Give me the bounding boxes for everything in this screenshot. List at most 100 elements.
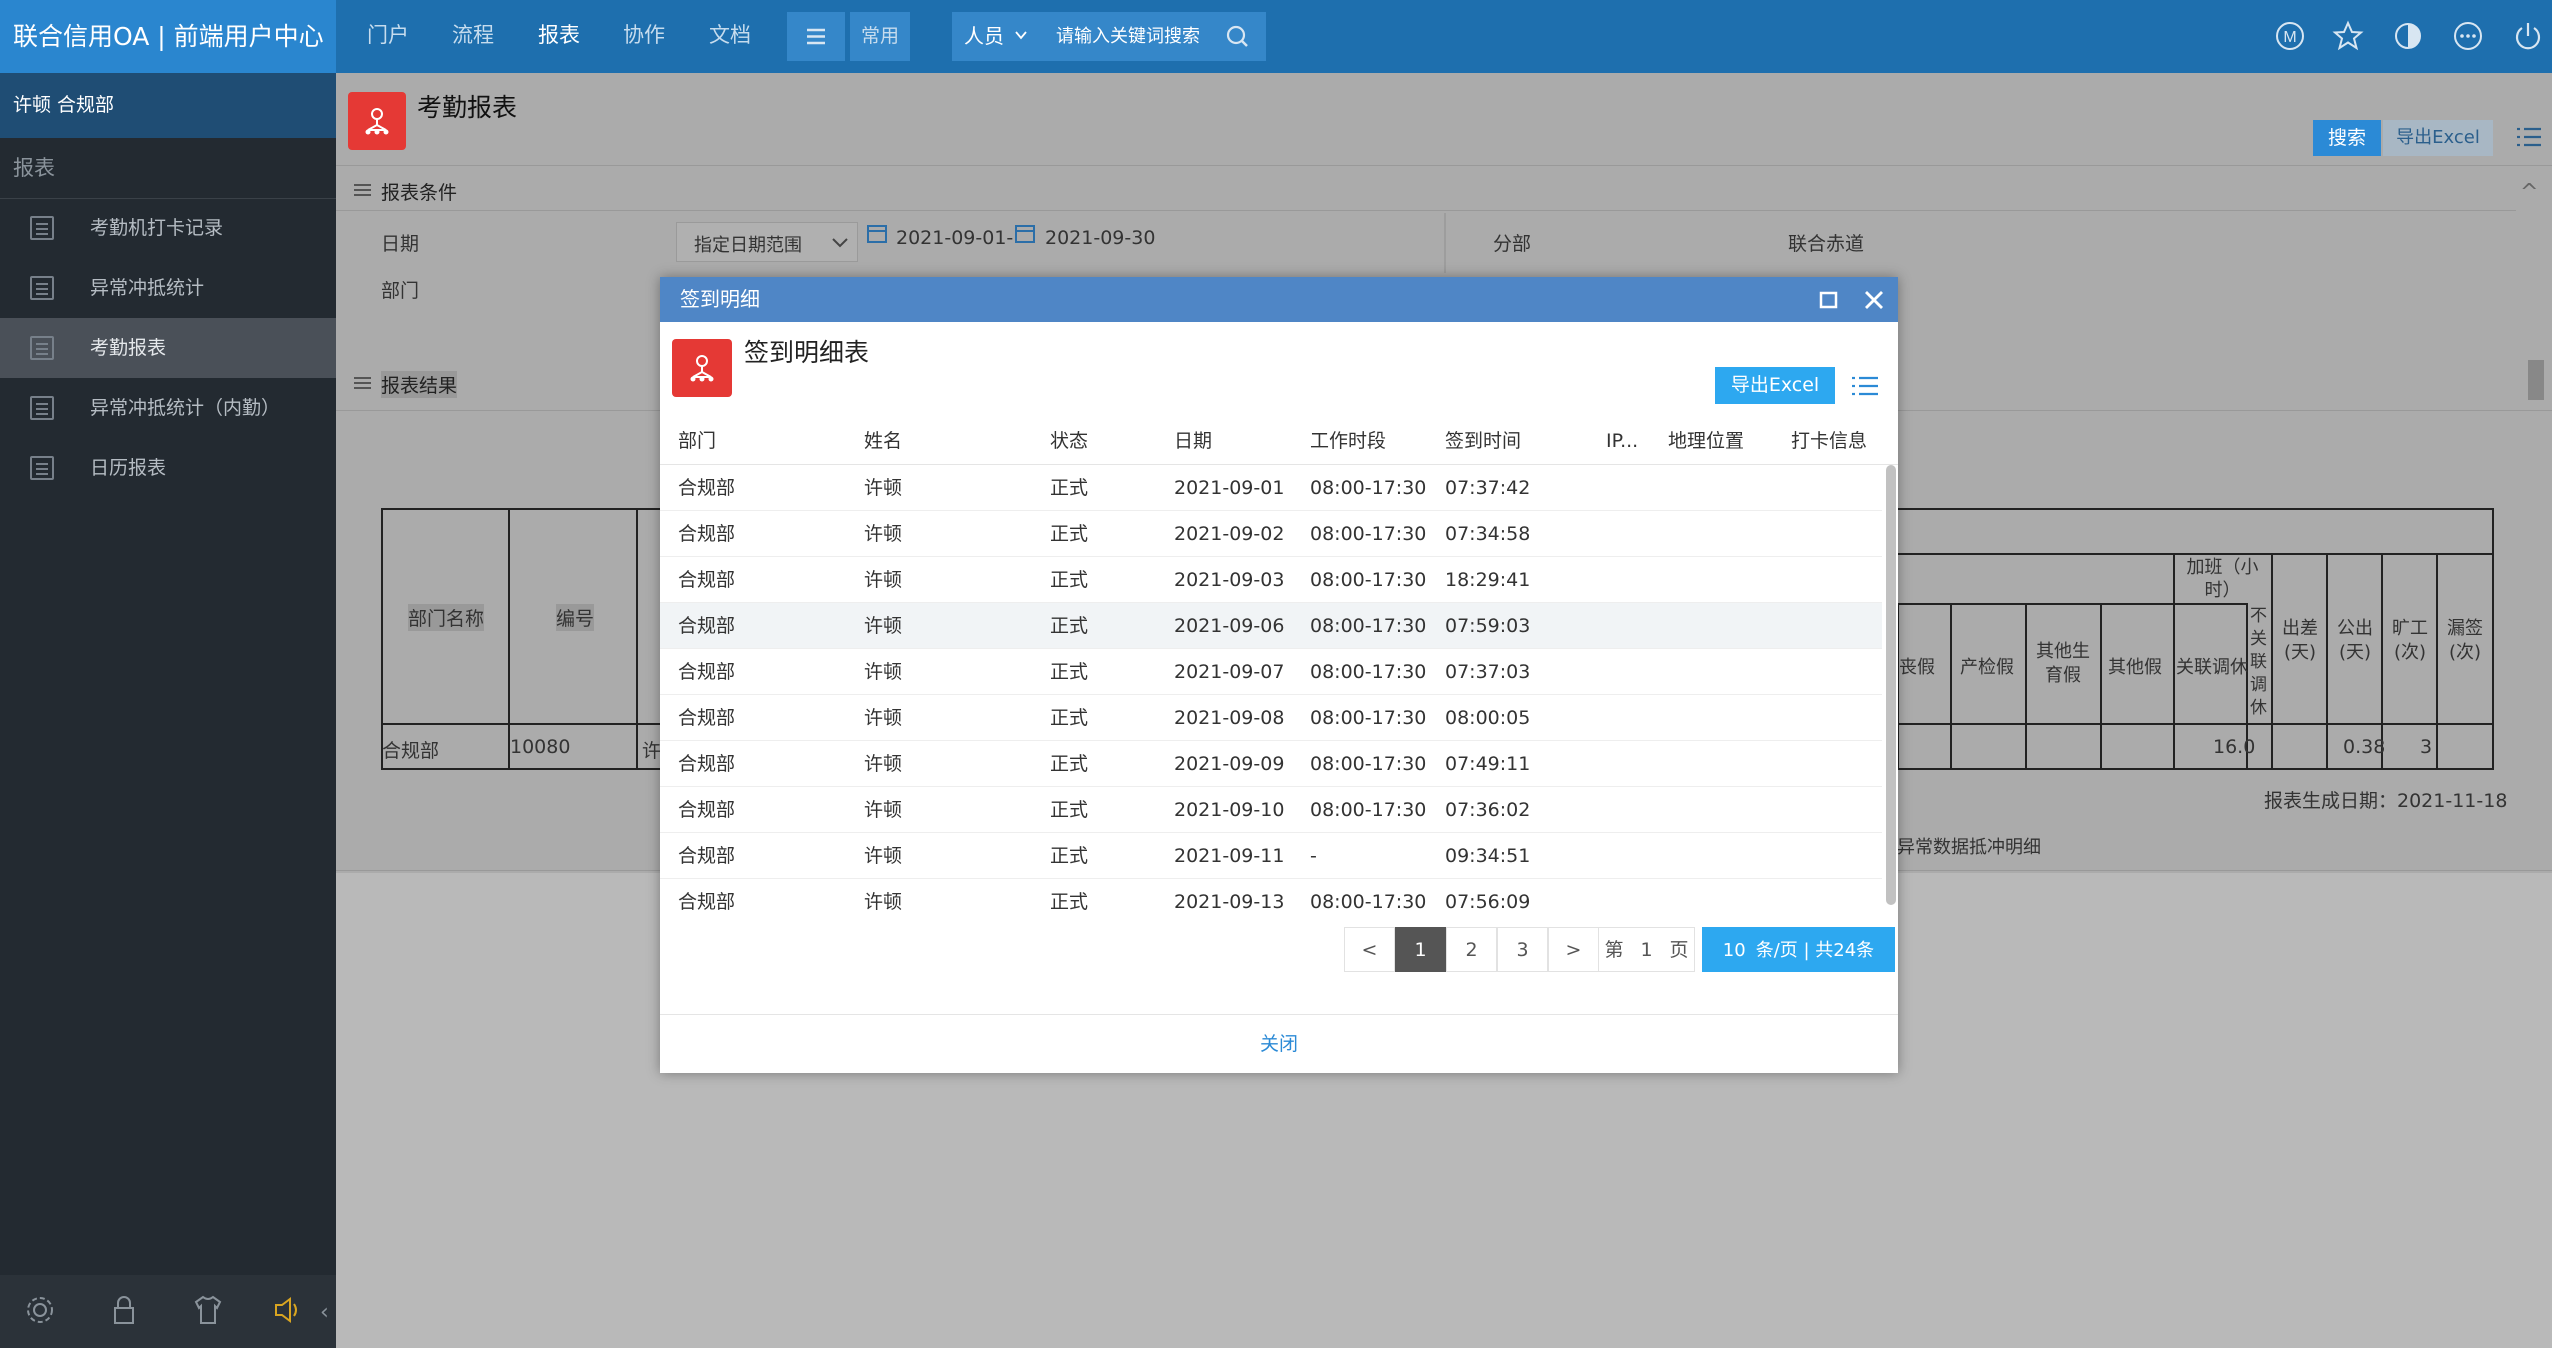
search-button-main[interactable]: 搜索 (2313, 120, 2381, 156)
col-business-trip: 出差(天) (2282, 618, 2318, 663)
menu-button[interactable] (787, 12, 845, 61)
col-funeral-leave: 丧假 (1899, 657, 1935, 678)
cell-name: 许 (642, 740, 662, 762)
chevron-down-icon[interactable] (1014, 28, 1028, 42)
cell-sign-time: 07:34:58 (1445, 523, 1531, 545)
table-row[interactable]: 合规部 许顿 正式 2021-09-03 08:00-17:30 18:29:41 (660, 557, 1882, 603)
nav-docs[interactable]: 文档 (709, 0, 751, 73)
cell-sign-time: 07:37:42 (1445, 477, 1531, 499)
table-row[interactable]: 合规部 许顿 正式 2021-09-01 08:00-17:30 07:37:42 (660, 465, 1882, 511)
nav-workflow[interactable]: 流程 (452, 0, 494, 73)
sidebar-item-exception-stats-internal[interactable]: 异常冲抵统计（内勤） (0, 378, 336, 438)
col-header-ip[interactable]: IP... (1606, 417, 1638, 465)
lock-icon[interactable] (104, 1290, 144, 1330)
page-size-select[interactable]: 10 条/页 | 共24条 (1702, 927, 1895, 972)
col-header-punch-info[interactable]: 打卡信息 (1791, 417, 1867, 465)
table-line (2326, 553, 2328, 770)
nav-collab[interactable]: 协作 (623, 0, 665, 73)
cell-dept: 合规部 (678, 707, 736, 729)
cell-dept: 合规部 (678, 661, 736, 683)
cell-dept: 合规部 (678, 891, 736, 913)
settings-icon[interactable] (20, 1290, 60, 1330)
table-row[interactable]: 合规部 许顿 正式 2021-09-10 08:00-17:30 07:36:02 (660, 787, 1882, 833)
cell-status: 正式 (1050, 845, 1089, 867)
theme-icon[interactable] (2390, 18, 2426, 54)
table-row[interactable]: 合规部 许顿 正式 2021-09-13 08:00-17:30 07:56:09 (660, 879, 1882, 925)
hamburger-icon (807, 28, 825, 45)
page-3-button[interactable]: 3 (1497, 927, 1548, 972)
page-2-button[interactable]: 2 (1446, 927, 1497, 972)
search-input[interactable]: 请输入关键词搜索 (1056, 12, 1200, 61)
table-row[interactable]: 合规部 许顿 正式 2021-09-08 08:00-17:30 08:00:05 (660, 695, 1882, 741)
table-row[interactable]: 合规部 许顿 正式 2021-09-11 - 09:34:51 (660, 833, 1882, 879)
calendar-icon[interactable] (866, 222, 888, 244)
cell-status: 正式 (1050, 891, 1089, 913)
cell-official-out: 0.38 (2343, 736, 2386, 758)
table-line (508, 508, 510, 770)
table-row[interactable]: 合规部 许顿 正式 2021-09-02 08:00-17:30 07:34:58 (660, 511, 1882, 557)
collapse-icon[interactable]: ^ (2520, 180, 2538, 205)
cell-date: 2021-09-08 (1174, 707, 1285, 729)
goto-page-input[interactable]: 1 (1630, 928, 1664, 973)
sidebar-item-label: 异常冲抵统计（内勤） (90, 397, 281, 419)
col-header-date[interactable]: 日期 (1174, 417, 1212, 465)
col-dept-name: 部门名称 (408, 604, 485, 631)
date-to[interactable]: 2021-09-30 (1045, 227, 1155, 249)
report-icon (30, 216, 54, 240)
sidebar-item-calendar-report[interactable]: 日历报表 (0, 438, 336, 498)
list-menu-icon[interactable] (2515, 122, 2543, 152)
speaker-icon[interactable] (268, 1290, 308, 1330)
exception-detail-link[interactable]: 异常数据抵冲明细 (1897, 833, 2041, 859)
cell-name: 许顿 (864, 891, 903, 913)
col-header-sign-time[interactable]: 签到时间 (1445, 417, 1521, 465)
cell-name: 许顿 (864, 477, 903, 499)
star-icon[interactable] (2330, 18, 2366, 54)
date-from[interactable]: 2021-09-01- (896, 227, 1013, 249)
more-icon[interactable] (2450, 18, 2486, 54)
export-excel-button-main[interactable]: 导出Excel (2383, 120, 2493, 156)
date-mode-select[interactable]: 指定日期范围 (676, 222, 858, 262)
date-label: 日期 (381, 233, 420, 255)
sidebar-item-attendance-report[interactable]: 考勤报表 (0, 318, 336, 378)
cell-status: 正式 (1050, 523, 1089, 545)
col-header-status[interactable]: 状态 (1050, 417, 1088, 465)
col-header-name[interactable]: 姓名 (864, 417, 902, 465)
table-row[interactable]: 合规部 许顿 正式 2021-09-09 08:00-17:30 07:49:11 (660, 741, 1882, 787)
common-button[interactable]: 常用 (850, 12, 910, 61)
col-header-work-hours[interactable]: 工作时段 (1310, 417, 1386, 465)
power-icon[interactable] (2510, 18, 2546, 54)
dialog-footer: 关闭 (660, 1014, 1898, 1073)
nav-portal[interactable]: 门户 (367, 0, 409, 73)
shirt-icon[interactable] (188, 1290, 228, 1330)
list-menu-icon[interactable] (1850, 372, 1880, 400)
table-row[interactable]: 合规部 许顿 正式 2021-09-07 08:00-17:30 07:37:03 (660, 649, 1882, 695)
cell-work-hours: 08:00-17:30 (1310, 707, 1427, 729)
next-page-button[interactable]: > (1548, 927, 1599, 972)
table-row[interactable]: 合规部 许顿 正式 2021-09-06 08:00-17:30 07:59:03 (660, 603, 1882, 649)
collapse-chevron-icon[interactable]: ‹ (320, 1300, 329, 1325)
export-excel-button[interactable]: 导出Excel (1715, 367, 1835, 404)
search-button[interactable] (1210, 12, 1266, 61)
close-button[interactable]: 关闭 (1260, 1033, 1298, 1055)
col-absent: 旷工(次) (2392, 618, 2428, 663)
sidebar-item-exception-stats[interactable]: 异常冲抵统计 (0, 258, 336, 318)
prev-page-button[interactable]: < (1344, 927, 1395, 972)
dialog-header: 签到明细 (660, 277, 1898, 322)
page-1-button[interactable]: 1 (1395, 927, 1446, 972)
calendar-icon[interactable] (1014, 222, 1036, 244)
cell-date: 2021-09-09 (1174, 753, 1285, 775)
page-scrollbar[interactable] (2528, 360, 2544, 400)
dept-label: 部门 (381, 280, 420, 302)
sidebar-item-clock-records[interactable]: 考勤机打卡记录 (0, 198, 336, 258)
app-brand[interactable]: 联合信用OA | 前端用户中心 (0, 0, 336, 73)
search-scope-select[interactable]: 人员 (964, 12, 1004, 61)
col-header-location[interactable]: 地理位置 (1668, 417, 1744, 465)
nav-reports[interactable]: 报表 (538, 0, 580, 73)
maximize-icon[interactable] (1818, 289, 1840, 311)
cell-work-hours: 08:00-17:30 (1310, 661, 1427, 683)
table-line (636, 508, 638, 770)
col-header-dept[interactable]: 部门 (678, 417, 716, 465)
table-scrollbar[interactable] (1886, 465, 1896, 905)
close-icon[interactable] (1862, 288, 1886, 312)
user-m-icon[interactable]: M (2272, 18, 2308, 54)
